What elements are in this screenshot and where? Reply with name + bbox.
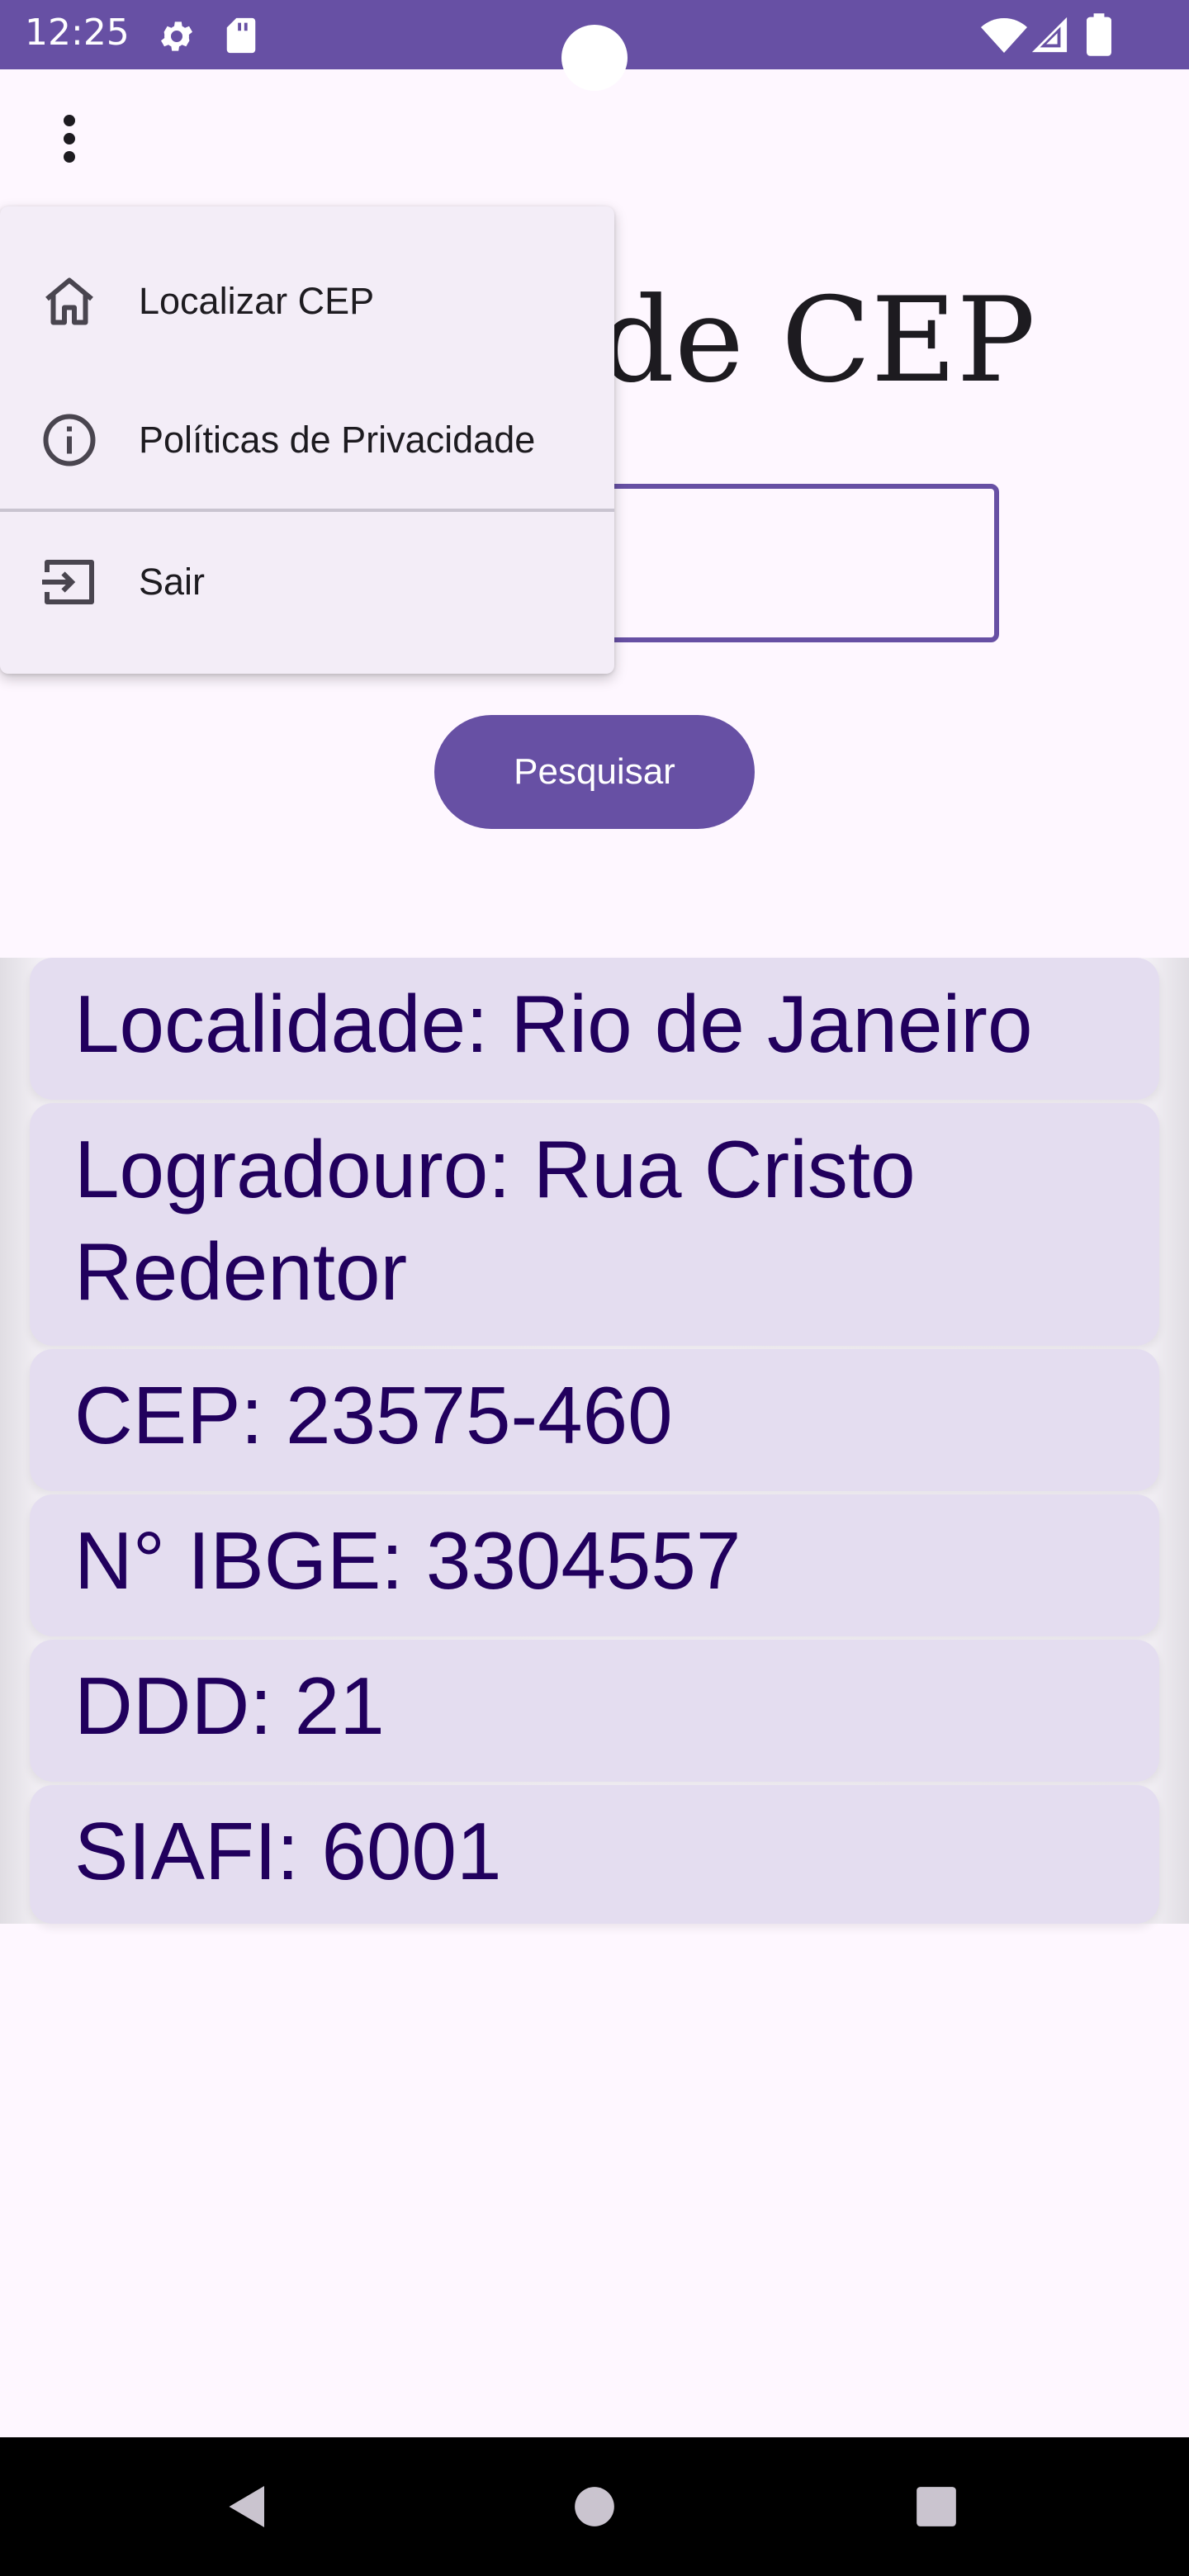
navigation-bar	[0, 2437, 1189, 2576]
search-button-label: Pesquisar	[514, 751, 675, 792]
result-text: CEP: 23575-460	[74, 1370, 673, 1461]
result-cep: CEP: 23575-460	[30, 1349, 1159, 1491]
results-list: Localidade: Rio de Janeiro Logradouro: R…	[0, 958, 1189, 1924]
wifi-icon	[981, 18, 1027, 53]
menu-item-label: Políticas de Privacidade	[139, 419, 536, 461]
result-ddd: DDD: 21	[30, 1640, 1159, 1782]
menu-item-label: Localizar CEP	[139, 280, 375, 322]
info-icon	[40, 410, 99, 470]
recents-icon[interactable]	[915, 2485, 958, 2528]
status-time: 12:25	[25, 12, 130, 54]
sd-card-icon	[226, 17, 256, 54]
result-text: DDD: 21	[74, 1660, 385, 1751]
menu-item-localizar-cep[interactable]: Localizar CEP	[0, 239, 614, 363]
battery-icon	[1087, 13, 1111, 56]
more-options-button[interactable]	[36, 106, 102, 172]
menu-item-sair[interactable]: Sair	[0, 520, 614, 644]
result-text: Logradouro: Rua Cristo Redentor	[74, 1124, 916, 1317]
home-icon	[40, 272, 99, 331]
result-street: Logradouro: Rua Cristo Redentor	[30, 1103, 1159, 1346]
camera-cutout	[561, 25, 628, 91]
result-text: Localidade: Rio de Janeiro	[74, 978, 1033, 1069]
logout-icon	[40, 552, 99, 612]
menu-item-politicas[interactable]: Políticas de Privacidade	[0, 378, 614, 502]
menu-item-label: Sair	[139, 561, 206, 603]
result-locality: Localidade: Rio de Janeiro	[30, 958, 1159, 1100]
result-text: N° IBGE: 3304557	[74, 1515, 741, 1606]
settings-icon	[161, 21, 192, 51]
home-circle-icon[interactable]	[573, 2485, 616, 2528]
signal-icon	[1031, 17, 1068, 53]
overflow-menu: Localizar CEP Políticas de Privacidade S…	[0, 206, 614, 674]
result-text: SIAFI: 6001	[74, 1806, 502, 1896]
result-ibge: N° IBGE: 3304557	[30, 1494, 1159, 1636]
search-button[interactable]: Pesquisar	[434, 715, 755, 829]
result-siafi: SIAFI: 6001	[30, 1785, 1159, 1924]
more-vert-icon	[64, 115, 75, 163]
back-icon[interactable]	[223, 2482, 272, 2531]
menu-divider	[0, 509, 614, 512]
